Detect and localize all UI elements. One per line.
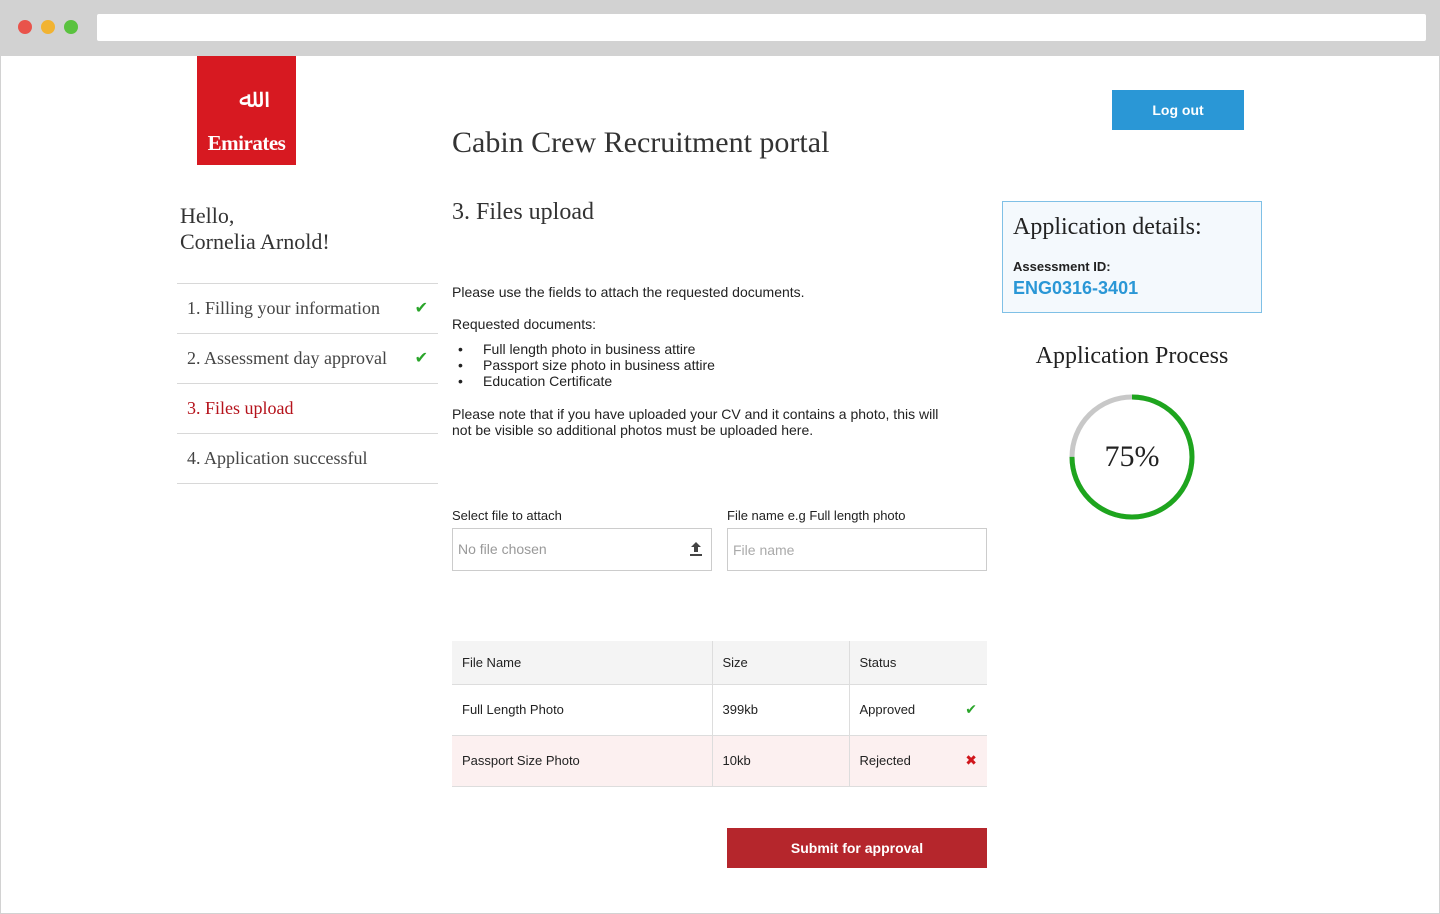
step-assessment-approval[interactable]: 2. Assessment day approval ✔ [177, 334, 438, 384]
cross-icon[interactable]: ✖ [965, 753, 977, 769]
greeting-line1: Hello, [180, 203, 235, 228]
table-header-row: File Name Size Status [452, 641, 987, 685]
details-title: Application details: [1013, 214, 1202, 240]
upload-icon[interactable] [689, 541, 703, 557]
browser-toolbar [0, 0, 1440, 56]
file-select-label: Select file to attach [452, 508, 562, 523]
file-select-value: No file chosen [458, 541, 547, 557]
greeting-user-name: Cornelia Arnold! [180, 229, 330, 254]
file-size-cell: 10kb [711, 735, 849, 787]
file-size-cell: 399kb [711, 684, 849, 736]
assessment-id-label: Assessment ID: [1013, 259, 1111, 274]
list-item: Passport size photo in business attire [458, 357, 715, 373]
file-select-input[interactable]: No file chosen [452, 528, 712, 571]
step-files-upload[interactable]: 3. Files upload [177, 384, 438, 434]
step-label: 1. Filling your information [187, 298, 380, 318]
step-application-successful[interactable]: 4. Application successful [177, 434, 438, 484]
column-header-file-name: File Name [452, 641, 712, 685]
file-name-input[interactable] [727, 528, 987, 571]
logout-button[interactable]: Log out [1112, 90, 1244, 130]
step-label: 4. Application successful [187, 448, 368, 468]
photo-note-line1: Please note that if you have uploaded yo… [452, 406, 939, 422]
list-item: Full length photo in business attire [458, 341, 715, 357]
emirates-logo[interactable]: ﷲ Emirates [197, 56, 296, 165]
file-name-cell: Full Length Photo [452, 684, 712, 736]
intro-text: Please use the fields to attach the requ… [452, 284, 805, 300]
column-header-size: Size [711, 641, 849, 685]
uploaded-files-table: File Name Size Status Full Length Photo … [452, 641, 987, 787]
requested-documents-label: Requested documents: [452, 316, 596, 332]
steps-nav: 1. Filling your information ✔ 2. Assessm… [177, 283, 438, 484]
minimize-window-icon[interactable] [41, 20, 55, 34]
submit-for-approval-button[interactable]: Submit for approval [727, 828, 987, 868]
logo-text: Emirates [207, 131, 286, 155]
photo-note: Please note that if you have uploaded yo… [452, 406, 938, 438]
requested-documents-list: Full length photo in business attire Pas… [458, 341, 715, 389]
portal-title: Cabin Crew Recruitment portal [452, 126, 830, 159]
step-label: 3. Files upload [187, 398, 294, 418]
status-text: Rejected [859, 753, 911, 768]
column-header-status: Status [848, 641, 987, 685]
check-icon: ✔ [965, 701, 977, 718]
file-name-cell: Passport Size Photo [452, 735, 712, 787]
table-row[interactable]: Full Length Photo 399kb Approved ✔ [452, 684, 987, 736]
maximize-window-icon[interactable] [64, 20, 78, 34]
step-filling-information[interactable]: 1. Filling your information ✔ [177, 284, 438, 334]
status-text: Approved [859, 702, 916, 717]
close-window-icon[interactable] [18, 20, 32, 34]
logo-calligraphy: ﷲ [238, 84, 255, 114]
check-icon: ✔ [414, 348, 428, 367]
check-icon: ✔ [414, 298, 428, 317]
list-item: Education Certificate [458, 373, 715, 389]
assessment-id-value: ENG0316-3401 [1013, 278, 1139, 298]
file-status-cell: Rejected ✖ [848, 735, 987, 787]
page: ﷲ Emirates Cabin Crew Recruitment portal… [1, 56, 1439, 913]
section-title: 3. Files upload [452, 199, 594, 225]
greeting: Hello, Cornelia Arnold! [180, 203, 330, 255]
progress-percentage: 75% [1104, 440, 1160, 473]
file-name-label: File name e.g Full length photo [727, 508, 906, 523]
photo-note-line2: not be visible so additional photos must… [452, 422, 814, 438]
step-label: 2. Assessment day approval [187, 348, 387, 368]
process-title: Application Process [1035, 343, 1229, 369]
table-row[interactable]: Passport Size Photo 10kb Rejected ✖ [452, 735, 987, 787]
application-details-panel: Application details: Assessment ID: ENG0… [1002, 201, 1262, 313]
address-bar[interactable] [97, 14, 1426, 41]
file-status-cell: Approved ✔ [848, 684, 987, 736]
